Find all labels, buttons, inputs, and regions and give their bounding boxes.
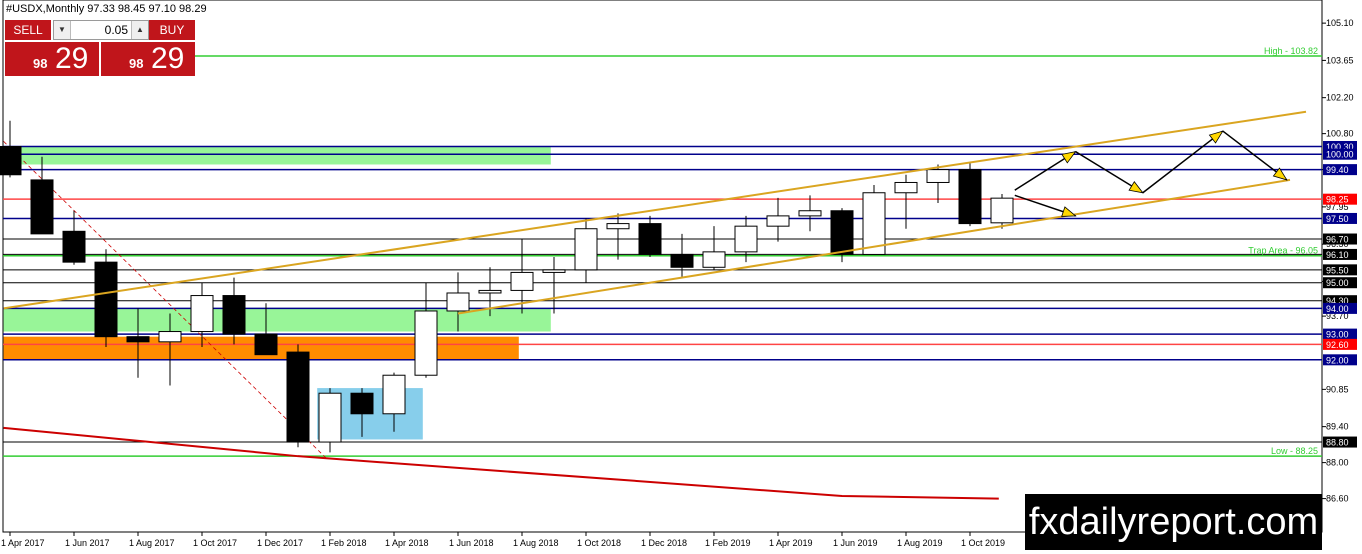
candle-body: [638, 223, 662, 255]
x-tick-label: 1 Feb 2018: [321, 538, 367, 548]
one-click-trade-panel: SELL ▼ 0.05 ▲ BUY 98 29 98 29: [5, 20, 195, 76]
x-tick-label: 1 Oct 2018: [577, 538, 621, 548]
candle: [94, 249, 118, 347]
y-tick-label: 102.20: [1326, 93, 1354, 103]
y-tick-label: 90.85: [1326, 384, 1349, 394]
lot-increase-icon[interactable]: ▲: [131, 21, 148, 39]
price-box-label: 96.70: [1326, 235, 1349, 245]
candle-body: [478, 289, 502, 294]
y-tick-label: 86.60: [1326, 494, 1349, 504]
candle-body: [126, 336, 150, 343]
candle-body: [926, 169, 950, 183]
x-tick-label: 1 Aug 2017: [129, 538, 175, 548]
symbol-info: #USDX,Monthly 97.33 98.45 97.10 98.29: [6, 3, 207, 15]
x-tick-label: 1 Apr 2018: [385, 538, 429, 548]
price-box-label: 99.40: [1326, 165, 1349, 175]
lot-decrease-icon[interactable]: ▼: [54, 21, 71, 39]
level-label: High - 103.82: [1264, 46, 1318, 56]
x-tick-label: 1 Aug 2019: [897, 538, 943, 548]
level-label: Trap Area - 96.05: [1248, 246, 1318, 256]
x-tick-label: 1 Jun 2017: [65, 538, 110, 548]
candle-body: [286, 351, 310, 443]
candle-body: [542, 269, 566, 273]
lot-size-field[interactable]: ▼ 0.05 ▲: [53, 20, 149, 40]
x-tick-label: 1 Jun 2019: [833, 538, 878, 548]
candle-body: [30, 179, 54, 235]
price-box-label: 94.00: [1326, 304, 1349, 314]
x-tick-label: 1 Apr 2017: [1, 538, 45, 548]
buy-button[interactable]: BUY: [149, 20, 195, 40]
price-box-label: 95.00: [1326, 278, 1349, 288]
watermark-logo: fxdailyreport.com: [1025, 494, 1322, 550]
candle-body: [94, 261, 118, 338]
candle: [286, 344, 310, 448]
candle-body: [318, 392, 342, 443]
candle-body: [606, 223, 630, 230]
zone-rect: [3, 146, 551, 165]
candle-body: [222, 295, 246, 335]
candle-body: [190, 295, 214, 333]
candle-body: [958, 169, 982, 225]
price-box-label: 98.25: [1326, 195, 1349, 205]
candle-body: [510, 271, 534, 291]
candle: [958, 161, 982, 227]
x-tick-label: 1 Jun 2018: [449, 538, 494, 548]
price-box-label: 95.50: [1326, 265, 1349, 275]
candle-body: [894, 181, 918, 194]
y-tick-label: 89.40: [1326, 422, 1349, 432]
candle-body: [990, 197, 1014, 224]
candle-body: [670, 253, 694, 268]
x-tick-label: 1 Dec 2017: [257, 538, 303, 548]
plot-area: [2, 0, 1323, 533]
sell-button[interactable]: SELL: [5, 20, 51, 40]
x-tick-label: 1 Feb 2019: [705, 538, 751, 548]
candle-body: [734, 225, 758, 253]
candle-body: [254, 333, 278, 356]
candle: [862, 185, 886, 255]
candle-body: [382, 374, 406, 415]
price-box-label: 92.60: [1326, 340, 1349, 350]
candle-body: [414, 310, 438, 376]
x-tick-label: 1 Oct 2019: [961, 538, 1005, 548]
candle-body: [702, 251, 726, 268]
x-tick-label: 1 Aug 2018: [513, 538, 559, 548]
y-tick-label: 103.65: [1326, 55, 1354, 65]
ask-price-small: 98: [129, 56, 144, 71]
ask-price[interactable]: 98 29: [101, 42, 195, 76]
ask-price-big: 29: [151, 42, 185, 75]
x-tick-label: 1 Oct 2017: [193, 538, 237, 548]
bid-price[interactable]: 98 29: [5, 42, 99, 76]
price-chart: High - 103.82 Trap Area - 96.05 Low - 88.2…: [0, 0, 1357, 548]
bid-price-small: 98: [33, 56, 48, 71]
level-label: Low - 88.25: [1271, 446, 1318, 456]
y-tick-label: 100.80: [1326, 129, 1354, 139]
candle-body: [798, 210, 822, 217]
price-box-label: 97.50: [1326, 214, 1349, 224]
lot-size-value: 0.05: [104, 23, 128, 37]
price-box-label: 96.10: [1326, 250, 1349, 260]
x-tick-label: 1 Apr 2019: [769, 538, 813, 548]
candle-body: [766, 215, 790, 227]
price-box-label: 88.80: [1326, 438, 1349, 448]
y-tick-label: 105.10: [1326, 18, 1354, 28]
y-tick-label: 88.00: [1326, 458, 1349, 468]
x-tick-label: 1 Dec 2018: [641, 538, 687, 548]
candle-body: [0, 145, 22, 176]
price-box-label: 92.00: [1326, 355, 1349, 365]
candle-body: [350, 392, 374, 415]
candle-body: [446, 292, 470, 312]
candle-body: [62, 230, 86, 263]
price-box-label: 93.00: [1326, 330, 1349, 340]
candle-body: [830, 210, 854, 255]
candle-body: [574, 228, 598, 271]
bid-price-big: 29: [55, 42, 89, 75]
price-box-label: 100.00: [1326, 150, 1354, 160]
candle-body: [158, 331, 182, 343]
